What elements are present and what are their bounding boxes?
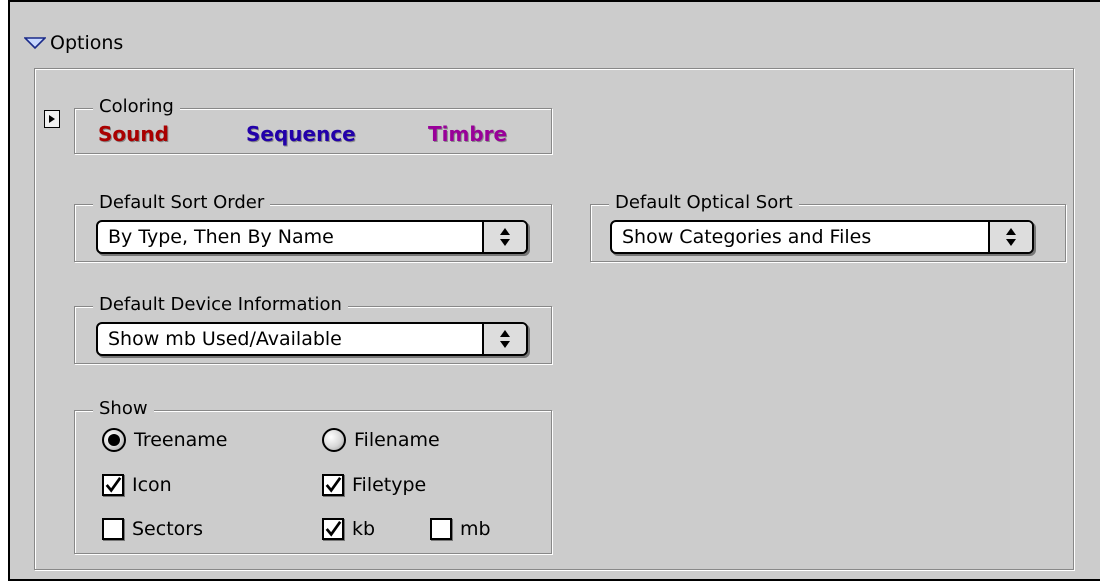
sort-order-select[interactable]: By Type, Then By Name [96, 220, 528, 254]
coloring-title: Coloring [93, 95, 180, 119]
device-info-value: Show mb Used/Available [108, 328, 342, 350]
options-panel: Options Coloring Sound Sequence Timbre D… [8, 0, 1100, 581]
optical-sort-value: Show Categories and Files [622, 226, 872, 248]
filetype-checkbox[interactable]: Filetype [322, 474, 426, 496]
radio-unselected-icon [322, 428, 346, 452]
disclosure-triangle-right-icon [49, 115, 55, 123]
device-info-title: Default Device Information [93, 293, 348, 317]
icon-label: Icon [132, 474, 172, 496]
coloring-sequence-label: Sequence [246, 122, 356, 146]
updown-arrows-icon [482, 222, 526, 252]
filetype-label: Filetype [352, 474, 427, 496]
kb-label: kb [352, 518, 376, 540]
sectors-checkbox[interactable]: Sectors [102, 518, 203, 540]
checkmark-icon [322, 518, 344, 540]
device-info-select[interactable]: Show mb Used/Available [96, 322, 528, 356]
coloring-sound-label: Sound [98, 122, 169, 146]
unchecked-box-icon [430, 518, 452, 540]
radio-selected-icon [102, 428, 126, 452]
treename-radio[interactable]: Treename [102, 428, 227, 452]
optical-sort-title: Default Optical Sort [609, 191, 799, 215]
show-title: Show [93, 397, 154, 421]
coloring-timbre-label: Timbre [428, 122, 508, 146]
options-title: Options [50, 32, 124, 54]
mb-checkbox[interactable]: mb [430, 518, 491, 540]
kb-checkbox[interactable]: kb [322, 518, 375, 540]
filename-label: Filename [354, 429, 440, 451]
disclosure-triangle-down-icon[interactable] [24, 36, 46, 50]
treename-label: Treename [134, 429, 228, 451]
optical-sort-select[interactable]: Show Categories and Files [610, 220, 1034, 254]
updown-arrows-icon [482, 324, 526, 354]
updown-arrows-icon [988, 222, 1032, 252]
mb-label: mb [460, 518, 491, 540]
sectors-label: Sectors [132, 518, 203, 540]
icon-checkbox[interactable]: Icon [102, 474, 172, 496]
filename-radio[interactable]: Filename [322, 428, 440, 452]
unchecked-box-icon [102, 518, 124, 540]
checkmark-icon [322, 474, 344, 496]
checkmark-icon [102, 474, 124, 496]
coloring-disclosure-button[interactable] [44, 110, 60, 128]
options-disclosure[interactable]: Options [24, 32, 123, 54]
sort-order-title: Default Sort Order [93, 191, 271, 215]
sort-order-value: By Type, Then By Name [108, 226, 334, 248]
